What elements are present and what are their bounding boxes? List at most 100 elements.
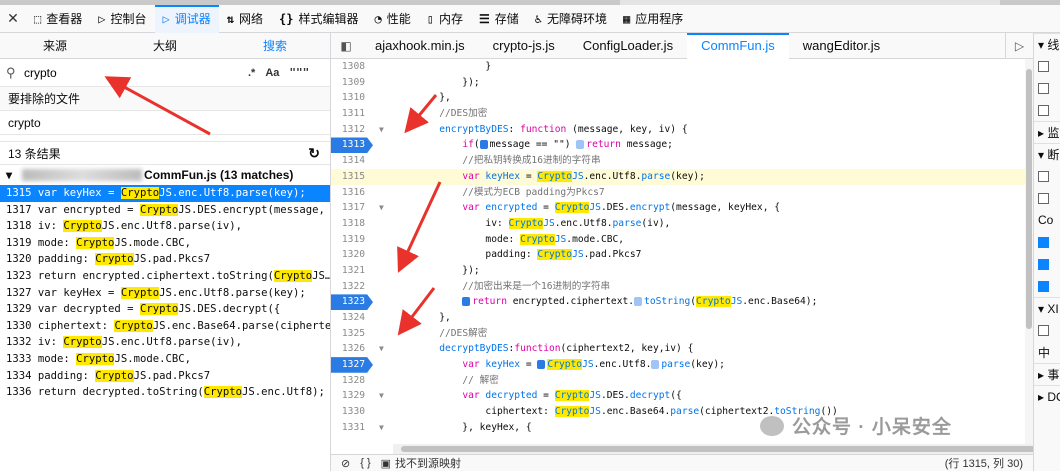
line-number[interactable]: 1320: [331, 247, 373, 263]
checkbox-icon[interactable]: [1038, 192, 1049, 204]
sidebar-checkbox[interactable]: [1034, 187, 1060, 209]
line-number[interactable]: 1309: [331, 75, 373, 91]
fold-arrow-icon[interactable]: ▼: [379, 122, 384, 138]
toggle-sidebar-icon[interactable]: ◧: [331, 33, 361, 59]
sidebar-checkbox[interactable]: [1034, 55, 1060, 77]
code-line[interactable]: 1329 ▼ var decrypted = CryptoJS.DES.decry…: [331, 388, 1033, 404]
search-result-row[interactable]: 1330 ciphertext: CryptoJS.enc.Base64.par…: [0, 318, 330, 335]
code-line[interactable]: 1323 return encrypted.ciphertext. toStrin…: [331, 294, 1033, 311]
code-line[interactable]: 1315 var keyHex = CryptoJS.enc.Utf8.pars…: [331, 168, 1033, 185]
search-result-row[interactable]: 1323 return encrypted.ciphertext.toStrin…: [0, 268, 330, 285]
line-number[interactable]: 1308: [331, 59, 373, 75]
vertical-scrollbar[interactable]: [1025, 59, 1033, 444]
search-result-row[interactable]: 1327 var keyHex = CryptoJS.enc.Utf8.pars…: [0, 285, 330, 302]
sidebar-checkbox[interactable]: [1034, 77, 1060, 99]
sidebar-text[interactable]: 中: [1034, 341, 1060, 363]
code-view[interactable]: 1308 } 1309 }); 1310 }, 1311 //DES加密 1312 ▼ e…: [331, 59, 1033, 444]
code-line[interactable]: 1314 //把私钥转换成16进制的字符串: [331, 153, 1033, 169]
breakpoint-line-number[interactable]: 1323: [331, 294, 373, 311]
search-result-row[interactable]: 1315 var keyHex = CryptoJS.enc.Utf8.pars…: [0, 185, 330, 202]
fold-arrow-icon[interactable]: ▼: [379, 200, 384, 216]
horizontal-scroll-thumb[interactable]: [401, 446, 1035, 452]
checkbox-icon[interactable]: [1038, 258, 1049, 270]
line-number[interactable]: 1331: [331, 420, 373, 436]
devtools-tab-3[interactable]: ⇅ 网络: [219, 5, 271, 33]
sidebar-section-header[interactable]: ▾ XI: [1034, 297, 1060, 319]
line-number[interactable]: 1329: [331, 388, 373, 404]
checkbox-icon[interactable]: [1038, 170, 1049, 182]
code-line[interactable]: 1320 padding: CryptoJS.pad.Pkcs7: [331, 247, 1033, 263]
devtools-tab-8[interactable]: ♿ 无障碍环境: [527, 5, 615, 33]
devtools-tab-1[interactable]: ▷ 控制台: [90, 5, 154, 33]
line-number[interactable]: 1315: [331, 169, 373, 185]
editor-tab[interactable]: ConfigLoader.js: [569, 33, 687, 59]
devtools-tab-2[interactable]: ▷ 调试器: [154, 4, 220, 33]
checkbox-icon[interactable]: [1038, 280, 1049, 292]
fold-arrow-icon[interactable]: ▼: [379, 420, 384, 436]
checkbox-icon[interactable]: [1038, 236, 1049, 248]
line-number[interactable]: 1316: [331, 185, 373, 201]
tab-sources[interactable]: 来源: [0, 33, 110, 58]
editor-tab[interactable]: CommFun.js: [687, 32, 789, 59]
search-result-row[interactable]: 1319 mode: CryptoJS.mode.CBC,: [0, 235, 330, 252]
search-input[interactable]: [24, 62, 234, 83]
breakpoint-line-number[interactable]: 1313: [331, 137, 373, 154]
sidebar-section-header[interactable]: ▾ 断: [1034, 143, 1060, 165]
code-line[interactable]: 1324 },: [331, 310, 1033, 326]
exclude-files-input[interactable]: crypto: [0, 111, 330, 135]
code-line[interactable]: 1318 iv: CryptoJS.enc.Utf8.parse(iv),: [331, 216, 1033, 232]
line-number[interactable]: 1310: [331, 90, 373, 106]
code-line[interactable]: 1322 //加密出来是一个16进制的字符串: [331, 279, 1033, 295]
sidebar-text[interactable]: Co: [1034, 209, 1060, 231]
line-number[interactable]: 1312: [331, 122, 373, 138]
tab-search[interactable]: 搜索: [220, 33, 330, 58]
result-file-row[interactable]: ▾ CommFun.js (13 matches): [0, 165, 330, 185]
pretty-print-icon[interactable]: ⊘: [341, 457, 350, 470]
devtools-tab-4[interactable]: {} 样式编辑器: [271, 5, 366, 33]
line-number[interactable]: 1322: [331, 279, 373, 295]
devtools-tab-0[interactable]: ⬚ 查看器: [26, 5, 90, 33]
sidebar-checkbox[interactable]: [1034, 319, 1060, 341]
fold-arrow-icon[interactable]: ▼: [379, 388, 384, 404]
search-result-row[interactable]: 1320 padding: CryptoJS.pad.Pkcs7: [0, 251, 330, 268]
code-line[interactable]: 1310 },: [331, 90, 1033, 106]
line-number[interactable]: 1330: [331, 404, 373, 420]
line-number[interactable]: 1311: [331, 106, 373, 122]
sidebar-section-header[interactable]: ▾ 线: [1034, 33, 1060, 55]
search-result-row[interactable]: 1334 padding: CryptoJS.pad.Pkcs7: [0, 368, 330, 385]
code-line[interactable]: 1327 var keyHex = CryptoJS.enc.Utf8. pars…: [331, 357, 1033, 373]
refresh-icon[interactable]: ↻: [308, 145, 320, 162]
code-line[interactable]: 1308 }: [331, 59, 1033, 75]
devtools-tab-5[interactable]: ◔ 性能: [366, 5, 418, 33]
editor-tab[interactable]: ajaxhook.min.js: [361, 33, 479, 59]
checkbox-icon[interactable]: [1038, 324, 1049, 336]
editor-tab[interactable]: crypto-js.js: [479, 33, 569, 59]
code-line[interactable]: 1311 //DES加密: [331, 106, 1033, 122]
line-number[interactable]: 1328: [331, 373, 373, 389]
code-line[interactable]: 1316 //模式为ECB padding为Pkcs7: [331, 185, 1033, 201]
search-result-row[interactable]: 1336 return decrypted.toString(CryptoJS.…: [0, 384, 330, 401]
code-line[interactable]: 1319 mode: CryptoJS.mode.CBC,: [331, 232, 1033, 248]
vertical-scroll-thumb[interactable]: [1026, 69, 1032, 329]
devtools-tab-9[interactable]: ▦ 应用程序: [615, 5, 691, 33]
whole-word-toggle[interactable]: """: [289, 66, 309, 79]
line-number[interactable]: 1324: [331, 310, 373, 326]
code-line[interactable]: 1328 // 解密: [331, 373, 1033, 389]
editor-tab[interactable]: wangEditor.js: [789, 33, 894, 59]
line-number[interactable]: 1326: [331, 341, 373, 357]
line-number[interactable]: 1317: [331, 200, 373, 216]
code-line[interactable]: 1309 });: [331, 75, 1033, 91]
search-result-row[interactable]: 1318 iv: CryptoJS.enc.Utf8.parse(iv),: [0, 218, 330, 235]
search-result-row[interactable]: 1329 var decrypted = CryptoJS.DES.decryp…: [0, 301, 330, 318]
regex-toggle[interactable]: .*: [248, 67, 255, 79]
sidebar-section-header[interactable]: ▸ 事: [1034, 363, 1060, 385]
braces-icon[interactable]: { }: [360, 457, 370, 469]
search-result-row[interactable]: 1333 mode: CryptoJS.mode.CBC,: [0, 351, 330, 368]
search-result-row[interactable]: 1332 iv: CryptoJS.enc.Utf8.parse(iv),: [0, 334, 330, 351]
devtools-tab-7[interactable]: ☰ 存储: [471, 5, 527, 33]
search-result-row[interactable]: 1317 var encrypted = CryptoJS.DES.encryp…: [0, 202, 330, 219]
line-number[interactable]: 1321: [331, 263, 373, 279]
code-line[interactable]: 1312 ▼ encryptByDES: function (message, k…: [331, 122, 1033, 138]
sidebar-checkbox[interactable]: [1034, 99, 1060, 121]
sidebar-checkbox[interactable]: [1034, 253, 1060, 275]
